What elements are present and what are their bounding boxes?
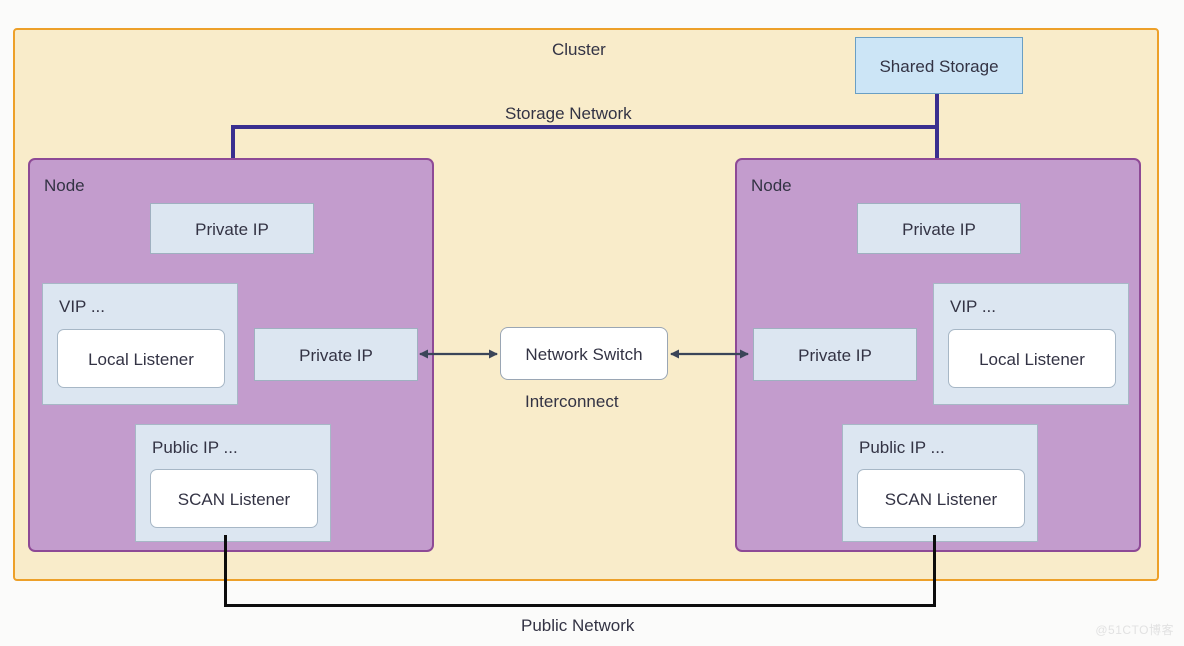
interconnect-label: Interconnect (525, 392, 619, 411)
node-right-storage-private-ip: Private IP (857, 203, 1021, 254)
node-left-storage-private-ip-label: Private IP (195, 220, 269, 239)
node-right-storage-private-ip-label: Private IP (902, 220, 976, 239)
node-right-public-ip-group: Public IP ... SCAN Listener (842, 424, 1038, 542)
node-right-interconnect-private-ip: Private IP (753, 328, 917, 381)
node-right-scan-listener: SCAN Listener (857, 469, 1025, 528)
cluster-label: Cluster (552, 40, 606, 59)
node-right: Node Private IP Private IP VIP ... Local… (735, 158, 1141, 552)
node-left-public-ip-group: Public IP ... SCAN Listener (135, 424, 331, 542)
node-right-vip-label: VIP ... (950, 297, 996, 316)
node-left: Node Private IP VIP ... Local Listener P… (28, 158, 434, 552)
public-network-label: Public Network (521, 616, 635, 635)
storage-network-label: Storage Network (505, 104, 632, 123)
diagram-canvas: Cluster Storage Network Shared Storage N… (0, 0, 1184, 646)
public-network-right-drop (933, 535, 936, 607)
storage-network-trunk (231, 125, 939, 129)
network-switch-box: Network Switch (500, 327, 668, 380)
node-left-local-listener-label: Local Listener (88, 350, 194, 369)
node-right-label: Node (751, 176, 792, 195)
node-left-scan-listener: SCAN Listener (150, 469, 318, 528)
node-left-vip-group: VIP ... Local Listener (42, 283, 238, 405)
node-left-label: Node (44, 176, 85, 195)
node-left-scan-listener-label: SCAN Listener (177, 490, 291, 509)
node-left-storage-private-ip: Private IP (150, 203, 314, 254)
node-right-local-listener-label: Local Listener (979, 350, 1085, 369)
network-switch-label: Network Switch (525, 345, 643, 364)
shared-storage-label: Shared Storage (879, 57, 999, 76)
node-right-local-listener: Local Listener (948, 329, 1116, 388)
node-right-interconnect-private-ip-label: Private IP (798, 346, 872, 365)
node-left-interconnect-private-ip-label: Private IP (299, 346, 373, 365)
node-right-vip-group: VIP ... Local Listener (933, 283, 1129, 405)
node-right-public-ip-label: Public IP ... (859, 438, 945, 457)
public-network-trunk (224, 604, 936, 607)
node-left-public-ip-label: Public IP ... (152, 438, 238, 457)
watermark: @51CTO博客 (1095, 623, 1174, 637)
node-left-vip-label: VIP ... (59, 297, 105, 316)
shared-storage-box: Shared Storage (855, 37, 1023, 94)
node-right-scan-listener-label: SCAN Listener (884, 490, 998, 509)
node-left-local-listener: Local Listener (57, 329, 225, 388)
node-left-interconnect-private-ip: Private IP (254, 328, 418, 381)
public-network-left-drop (224, 535, 227, 607)
